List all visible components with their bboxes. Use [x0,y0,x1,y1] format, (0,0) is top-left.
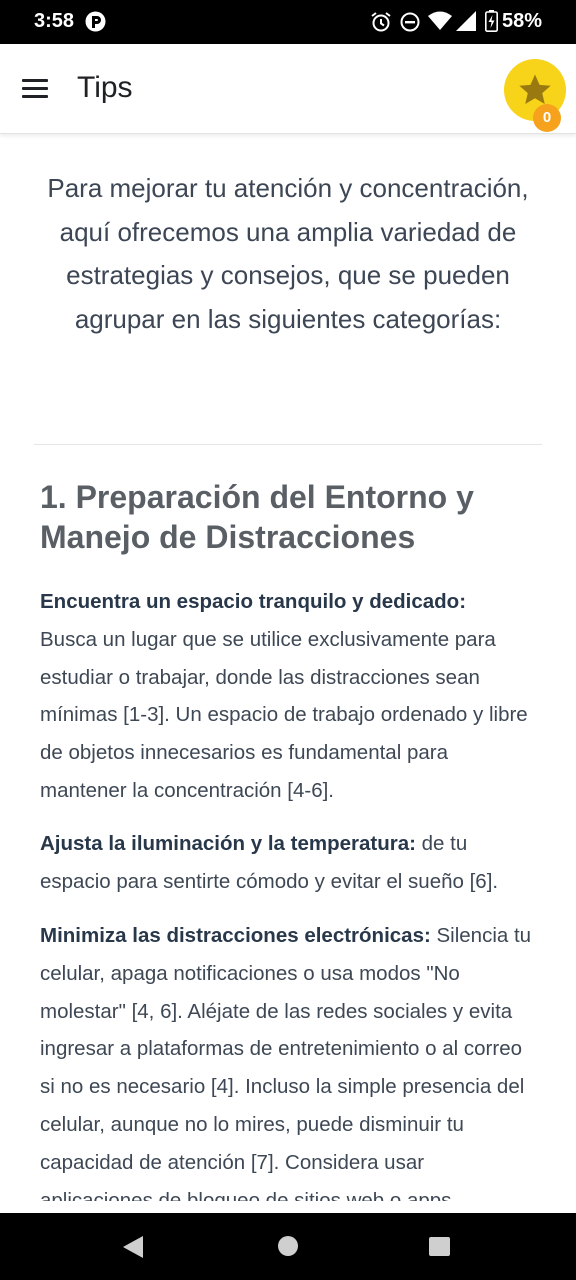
app-notification-icon [85,11,106,32]
navigation-bar [0,1213,576,1280]
tip-body: Busca un lugar que se utilice exclusivam… [40,627,528,802]
alarm-icon [371,12,391,32]
hamburger-icon-line [22,95,48,98]
status-bar: 3:58 58% [0,0,576,44]
section-heading: 1. Preparación del Entorno y Manejo de D… [40,479,474,555]
tip-title: Minimiza las distracciones electrónicas: [40,924,431,947]
tip-title: Ajusta la iluminación y la temperatura: [40,832,416,855]
tip-body: Silencia tu celular, apaga notificacione… [40,924,532,1201]
tip-paragraph: Encuentra un espacio tranquilo y dedicad… [40,583,540,810]
intro-text: Para mejorar tu atención y concentración… [47,173,529,334]
tip-title: Encuentra un espacio tranquilo y dedicad… [40,590,467,613]
recents-icon[interactable] [429,1237,450,1256]
tip-paragraph: Ajusta la iluminación y la temperatura: … [40,825,540,901]
back-icon[interactable] [122,1235,144,1259]
battery-icon [485,10,498,32]
home-icon[interactable] [278,1236,298,1256]
signal-icon [456,11,476,31]
page-title: Tips [77,71,133,104]
menu-button[interactable] [14,68,56,110]
favorites-count-badge: 0 [533,104,561,132]
star-icon [519,74,551,105]
wifi-icon [428,11,452,30]
hamburger-icon-line [22,87,48,90]
tip-paragraph: Minimiza las distracciones electrónicas:… [40,917,540,1201]
divider [34,444,542,445]
tips-content[interactable]: Para mejorar tu atención y concentración… [0,135,576,1201]
do-not-disturb-icon [400,12,420,32]
status-time: 3:58 [34,10,75,32]
app-bar: Tips 0 [0,44,576,134]
battery-percentage: 58% [502,10,543,32]
hamburger-icon [22,79,48,82]
